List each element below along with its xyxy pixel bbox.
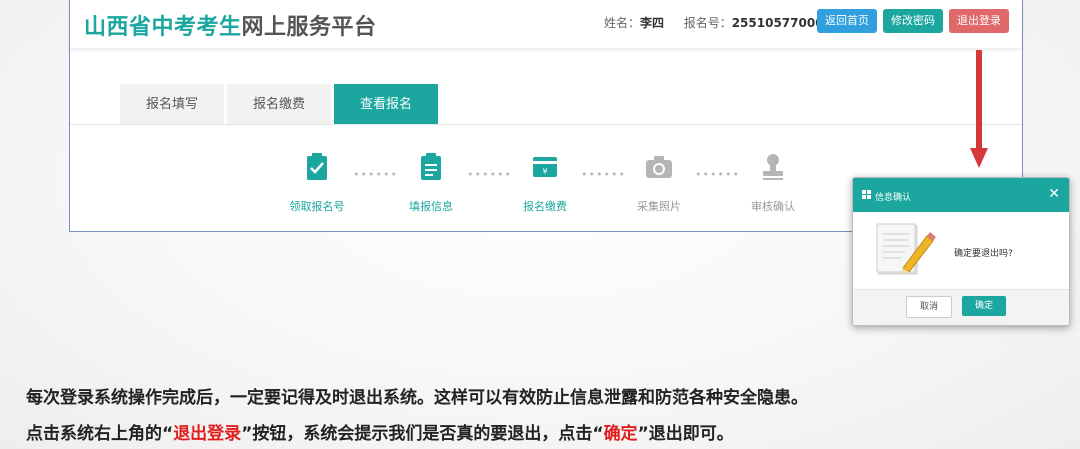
site-title: 山西省中考考生网上服务平台	[84, 9, 377, 41]
caption-highlight-confirm: 确定	[603, 424, 638, 444]
confirm-button[interactable]: 确定	[962, 296, 1006, 316]
step-photo: 采集照片	[609, 150, 709, 214]
caption-text: 按钮，系统会提示我们是否真的要退出，点击	[252, 424, 593, 444]
top-header: 山西省中考考生网上服务平台 姓名：李四 报名号：255105770001 返回首…	[70, 0, 1022, 48]
user-info: 姓名：李四 报名号：255105770001	[604, 14, 832, 31]
clipboard-check-icon	[307, 153, 327, 180]
cancel-button[interactable]: 取消	[906, 296, 952, 318]
caption-quote: “	[162, 424, 174, 444]
user-stamp-icon	[763, 154, 783, 180]
camera-icon	[646, 156, 672, 178]
clipboard-list-icon	[421, 153, 441, 180]
user-name: 李四	[640, 16, 665, 30]
step-label: 填报信息	[409, 200, 453, 213]
step-label: 审核确认	[751, 200, 795, 213]
caption-highlight-logout: 退出登录	[173, 424, 242, 444]
step-payment: ¥ 报名缴费	[495, 150, 595, 214]
note-pencil-icon	[876, 223, 936, 275]
step-label: 采集照片	[637, 200, 681, 213]
caption-line-2: 点击系统右上角的“退出登录”按钮，系统会提示我们是否真的要退出，点击“确定”退出…	[26, 419, 734, 444]
logout-button[interactable]: 退出登录	[949, 9, 1009, 33]
annotation-arrow-shaft	[976, 50, 982, 152]
caption-quote: ”	[637, 424, 649, 444]
confirm-dialog: 信息确认 ✕ 确定要退出吗? 取消 确定	[852, 177, 1070, 326]
step-get-number: 领取报名号	[267, 150, 367, 214]
tab-registration-payment[interactable]: 报名缴费	[227, 84, 331, 125]
home-button[interactable]: 返回首页	[817, 9, 877, 33]
grid-icon	[862, 190, 871, 199]
site-title-rest: 网上服务平台	[241, 15, 377, 40]
step-review: 审核确认	[723, 150, 823, 214]
dialog-header: 信息确认 ✕	[853, 178, 1069, 212]
dialog-message: 确定要退出吗?	[954, 249, 1013, 259]
change-password-button[interactable]: 修改密码	[883, 9, 943, 33]
caption-quote: “	[592, 424, 604, 444]
regno-label: 报名号：	[683, 16, 732, 30]
tab-registration-form[interactable]: 报名填写	[120, 84, 224, 125]
tab-underline	[70, 124, 1022, 125]
payment-card-icon: ¥	[533, 157, 557, 177]
step-fill-info: 填报信息	[381, 150, 481, 214]
svg-text:¥: ¥	[542, 167, 547, 176]
caption-line-1: 每次登录系统操作完成后，一定要记得及时退出系统。这样可以有效防止信息泄露和防范各…	[26, 388, 808, 408]
tab-view-registration[interactable]: 查看报名	[334, 84, 438, 125]
step-label: 领取报名号	[289, 200, 345, 213]
name-label: 姓名：	[604, 16, 641, 30]
annotation-arrow-head	[970, 148, 988, 168]
caption-text: 点击系统右上角的	[26, 424, 162, 444]
step-label: 报名缴费	[523, 200, 567, 213]
caption-text: 退出即可。	[648, 424, 734, 444]
dialog-title: 信息确认	[875, 193, 912, 203]
dialog-footer: 取消 确定	[853, 289, 1069, 325]
close-icon[interactable]: ✕	[1048, 186, 1060, 202]
caption-quote: ”	[241, 424, 253, 444]
site-title-highlight: 山西省中考考生	[84, 15, 242, 40]
